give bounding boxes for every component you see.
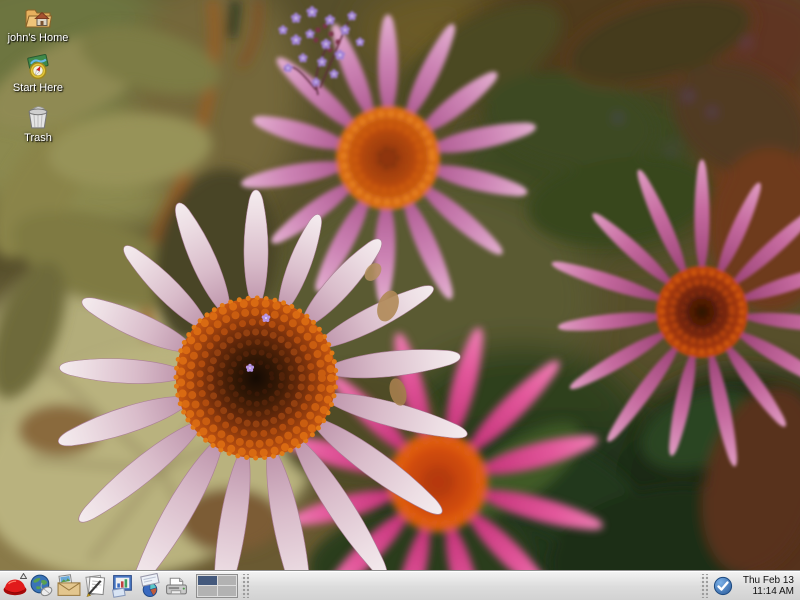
workspace-3[interactable] — [198, 586, 217, 596]
taskbar: Thu Feb 13 11:14 AM — [0, 570, 800, 600]
envelope-photo-icon — [56, 574, 82, 598]
panel-drag-handle[interactable] — [241, 574, 249, 598]
web-browser-launcher[interactable] — [28, 572, 55, 600]
workspace-2[interactable] — [218, 576, 237, 586]
presentation-launcher[interactable] — [136, 572, 163, 600]
icon-label: Start Here — [13, 82, 63, 94]
notification-drag-handle[interactable] — [700, 574, 708, 598]
documents-pen-icon — [83, 573, 108, 598]
icon-label: Trash — [24, 132, 52, 144]
panel-right-area: Thu Feb 13 11:14 AM — [697, 573, 797, 599]
printer-icon — [164, 573, 189, 598]
start-here-icon — [24, 53, 52, 80]
menu-arrow-icon — [20, 573, 27, 579]
globe-mouse-icon — [29, 573, 54, 598]
wallpaper — [0, 0, 800, 600]
trash-icon — [24, 103, 52, 130]
desktop-icon-trash[interactable]: Trash — [6, 103, 70, 144]
workspace-4[interactable] — [218, 586, 237, 596]
desktop-icon-list: john's Home Start Here Trash — [6, 4, 76, 153]
clock[interactable]: Thu Feb 13 11:14 AM — [743, 575, 797, 597]
desktop-icon-start-here[interactable]: Start Here — [6, 53, 70, 94]
clock-date: Thu Feb 13 — [743, 575, 794, 586]
email-launcher[interactable] — [55, 572, 82, 600]
update-check-icon — [713, 576, 733, 596]
spreadsheet-launcher[interactable] — [109, 572, 136, 600]
update-notifier-button[interactable] — [711, 573, 735, 599]
clock-time: 11:14 AM — [743, 586, 794, 597]
home-folder-icon — [23, 4, 53, 30]
icon-label: john's Home — [8, 32, 69, 44]
main-menu-button[interactable] — [1, 572, 28, 600]
bar-chart-screen-icon — [110, 573, 135, 598]
print-manager-launcher[interactable] — [163, 572, 190, 600]
word-processor-launcher[interactable] — [82, 572, 109, 600]
pie-chart-icon — [137, 573, 163, 598]
desktop-icon-johns-home[interactable]: john's Home — [6, 4, 70, 44]
workspace-switcher[interactable] — [196, 574, 238, 598]
workspace-1[interactable] — [198, 576, 217, 586]
